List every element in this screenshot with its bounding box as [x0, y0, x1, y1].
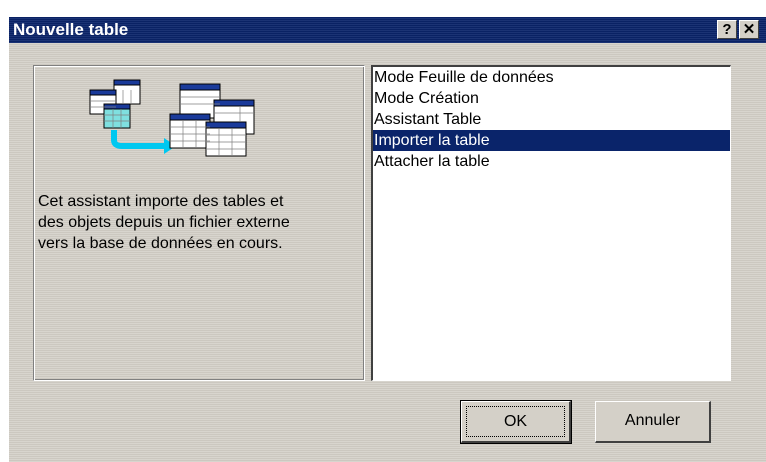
- list-item-design-view[interactable]: Mode Création: [373, 88, 730, 109]
- cancel-button[interactable]: Annuler: [595, 401, 711, 443]
- window-title: Nouvelle table: [13, 20, 129, 39]
- close-icon: ✕: [742, 21, 756, 38]
- import-table-wizard-icon: [89, 79, 255, 157]
- wizard-description: Cet assistant importe des tables et des …: [38, 191, 338, 254]
- list-item-link-table[interactable]: Attacher la table: [373, 151, 730, 172]
- wizard-description-panel: Cet assistant importe des tables et des …: [33, 65, 365, 381]
- description-line: Cet assistant importe des tables et: [38, 193, 284, 210]
- close-button[interactable]: ✕: [739, 20, 759, 39]
- ok-button[interactable]: OK: [460, 400, 572, 444]
- list-item-datasheet-view[interactable]: Mode Feuille de données: [373, 67, 730, 88]
- list-item-import-table[interactable]: Importer la table: [373, 130, 730, 151]
- table-mode-listbox[interactable]: Mode Feuille de données Mode Création As…: [371, 65, 731, 381]
- title-bar[interactable]: Nouvelle table ? ✕: [9, 17, 766, 43]
- help-button[interactable]: ?: [717, 20, 737, 39]
- new-table-dialog: Nouvelle table ? ✕ Cet assistant importe…: [8, 16, 766, 462]
- description-line: vers la base de données en cours.: [38, 235, 283, 252]
- description-line: des objets depuis un fichier externe: [38, 214, 290, 231]
- ok-button-label: OK: [466, 406, 565, 437]
- list-item-table-wizard[interactable]: Assistant Table: [373, 109, 730, 130]
